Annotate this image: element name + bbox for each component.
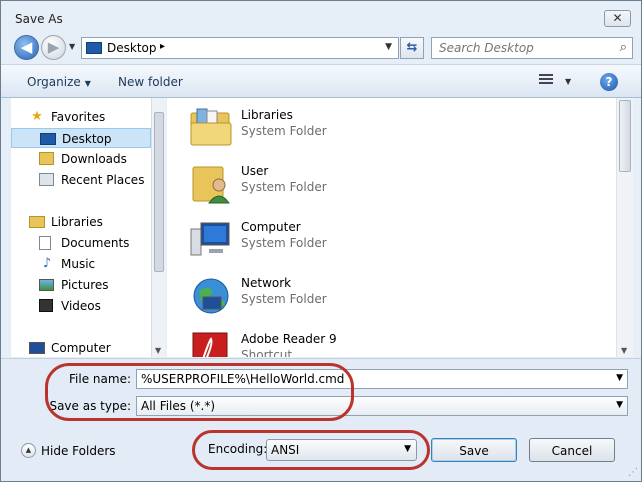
back-button[interactable]: ◀ [14, 35, 39, 60]
sidebar-item-pictures[interactable]: Pictures [11, 275, 151, 295]
sidebar-item-videos[interactable]: Videos [11, 296, 151, 316]
back-arrow-icon: ◀ [20, 38, 33, 56]
navigation-pane: ★ Favorites Desktop Downloads Recent Pla… [11, 98, 166, 357]
forward-arrow-icon: ▶ [47, 38, 60, 56]
item-name: Network [241, 276, 292, 290]
sidebar-item-label: Documents [61, 236, 130, 250]
desktop-icon [40, 133, 56, 145]
chevron-down-icon: ▼ [84, 79, 91, 88]
views-dropdown-icon[interactable]: ▼ [565, 77, 571, 86]
item-type: Shortcut [241, 348, 293, 357]
sidebar-item-documents[interactable]: Documents [11, 233, 151, 253]
title-bar: Save As ✕ [1, 1, 641, 33]
sidebar-item-label: Libraries [51, 215, 103, 229]
search-box[interactable]: ⌕ [431, 37, 633, 59]
search-icon[interactable]: ⌕ [620, 40, 627, 55]
libraries-icon [29, 216, 45, 228]
highlight-annotation [192, 430, 430, 470]
sidebar-item-label: Pictures [61, 278, 109, 292]
save-button[interactable]: Save [431, 438, 517, 462]
sidebar-item-favorites[interactable]: ★ Favorites [11, 107, 151, 127]
videos-icon [39, 299, 53, 312]
save-as-dialog: Save As ✕ ◀ ▶ ▼ Desktop ▸ ▼ ⇆ ⌕ Organize… [0, 0, 642, 482]
recent-places-icon [39, 173, 54, 186]
file-list-scrollbar[interactable]: ▼ [616, 98, 633, 357]
close-button[interactable]: ✕ [604, 10, 631, 27]
sidebar-item-music[interactable]: ♪ Music [11, 254, 151, 274]
item-name: User [241, 164, 269, 178]
address-separator-icon[interactable]: ▸ [160, 41, 165, 52]
change-view-icon[interactable] [539, 74, 555, 88]
list-item-libraries[interactable]: Libraries System Folder [185, 103, 485, 153]
star-icon: ★ [31, 109, 43, 124]
item-type: System Folder [241, 124, 327, 138]
hide-folders-label: Hide Folders [41, 444, 116, 458]
chevron-down-icon[interactable]: ▼ [616, 400, 623, 410]
item-type: System Folder [241, 180, 327, 194]
sidebar-item-computer[interactable]: Computer [11, 338, 151, 357]
computer-icon [29, 342, 45, 354]
close-icon: ✕ [612, 11, 623, 25]
sidebar-item-label: Favorites [51, 110, 106, 124]
list-item-user[interactable]: User System Folder [185, 159, 485, 209]
libraries-folder-icon [190, 108, 232, 146]
resize-grip-icon[interactable]: ⋰ [628, 467, 638, 478]
organize-label: Organize [27, 75, 81, 89]
scroll-down-icon[interactable]: ▼ [155, 346, 161, 355]
pictures-icon [39, 279, 54, 291]
new-folder-label: New folder [118, 75, 183, 89]
list-item-adobe-reader[interactable]: Adobe Reader 9 Shortcut [185, 327, 485, 357]
organize-button[interactable]: Organize ▼ [27, 75, 91, 89]
highlight-annotation [45, 363, 354, 421]
sidebar-item-label: Computer [51, 341, 111, 355]
forward-button[interactable]: ▶ [41, 35, 66, 60]
item-type: System Folder [241, 292, 327, 306]
sidebar-item-downloads[interactable]: Downloads [11, 149, 151, 169]
cancel-button[interactable]: Cancel [529, 438, 615, 462]
adobe-reader-icon [192, 332, 228, 357]
window-title: Save As [15, 12, 63, 26]
address-dropdown-icon[interactable]: ▼ [385, 42, 392, 52]
sidebar-item-libraries[interactable]: Libraries [11, 212, 151, 232]
item-type: System Folder [241, 236, 327, 250]
sidebar-item-label: Videos [61, 299, 101, 313]
music-icon: ♪ [42, 256, 52, 271]
downloads-icon [39, 152, 54, 165]
chevron-down-icon[interactable]: ▼ [616, 373, 623, 383]
sidebar-item-recent-places[interactable]: Recent Places [11, 170, 151, 190]
chevron-up-icon: ▲ [21, 443, 36, 458]
command-toolbar: Organize ▼ New folder ▼ ? [1, 64, 641, 98]
item-name: Libraries [241, 108, 293, 122]
list-item-computer[interactable]: Computer System Folder [185, 215, 485, 265]
scrollbar-thumb[interactable] [154, 112, 164, 272]
navigation-bar: ◀ ▶ ▼ Desktop ▸ ▼ ⇆ ⌕ [1, 33, 641, 63]
recent-locations-dropdown-icon[interactable]: ▼ [69, 42, 75, 51]
refresh-icon: ⇆ [406, 40, 418, 55]
file-list: Libraries System Folder User System Fold… [167, 98, 616, 357]
network-globe-icon [193, 278, 229, 314]
item-name: Computer [241, 220, 301, 234]
refresh-button[interactable]: ⇆ [400, 37, 424, 59]
item-name: Adobe Reader 9 [241, 332, 337, 346]
sidebar-item-label: Music [61, 257, 96, 271]
search-input[interactable] [437, 39, 607, 57]
sidebar-item-label: Desktop [62, 132, 112, 146]
user-folder-icon [192, 166, 230, 204]
address-bar[interactable]: Desktop ▸ ▼ [81, 37, 399, 59]
sidebar-item-label: Downloads [61, 152, 127, 166]
navigation-pane-scrollbar[interactable]: ▼ [151, 98, 166, 357]
desktop-icon [86, 42, 102, 54]
list-item-network[interactable]: Network System Folder [185, 271, 485, 321]
scrollbar-thumb[interactable] [619, 100, 631, 172]
computer-icon [190, 222, 230, 256]
address-location[interactable]: Desktop [107, 41, 157, 55]
new-folder-button[interactable]: New folder [118, 75, 183, 89]
help-icon[interactable]: ? [600, 73, 618, 91]
sidebar-item-label: Recent Places [61, 173, 145, 187]
sidebar-item-desktop[interactable]: Desktop [11, 128, 151, 148]
documents-icon [39, 236, 51, 250]
scroll-down-icon[interactable]: ▼ [621, 346, 627, 355]
